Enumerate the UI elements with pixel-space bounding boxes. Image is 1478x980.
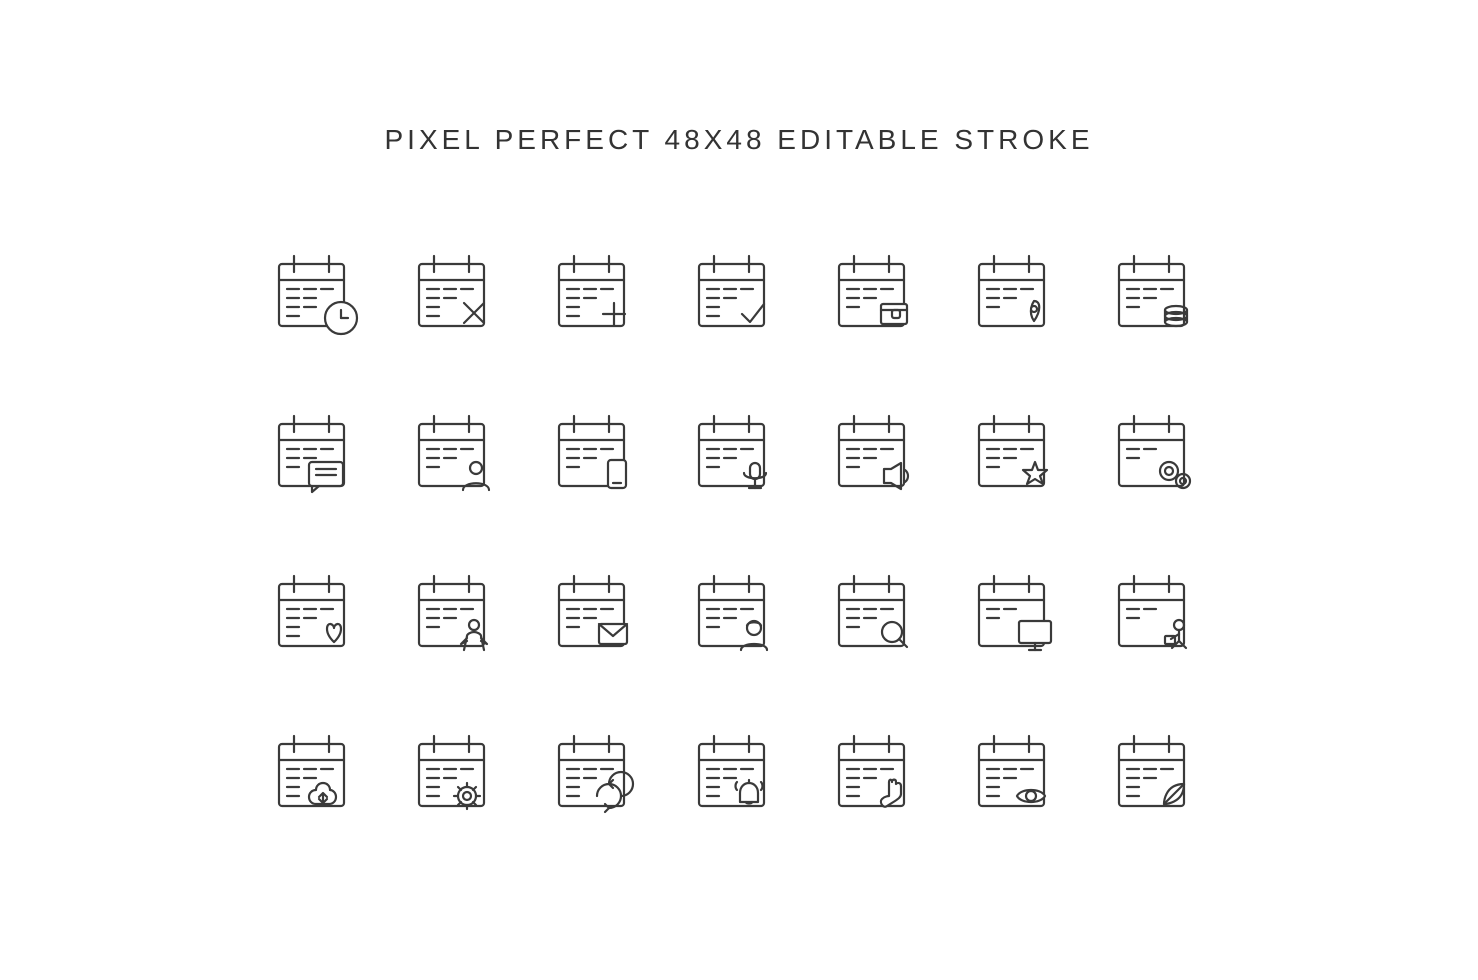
- icon-cell-calendar-plus: [529, 216, 669, 376]
- icon-cell-calendar-refresh: [529, 696, 669, 856]
- icon-cell-calendar-book: [389, 536, 529, 696]
- icon-cell-calendar-gear: [389, 696, 529, 856]
- icon-cell-calendar-cloud: [249, 696, 389, 856]
- icon-cell-calendar-speaker: [809, 376, 949, 536]
- icon-cell-calendar-x: [389, 216, 529, 376]
- icon-cell-calendar-monitor: [949, 536, 1089, 696]
- icon-cell-calendar-reading: [1089, 536, 1229, 696]
- icon-grid: [249, 216, 1229, 856]
- icon-cell-calendar-heart: [249, 536, 389, 696]
- icon-cell-calendar-check: [669, 216, 809, 376]
- icon-cell-calendar-email: [529, 536, 669, 696]
- icon-cell-calendar-clock: [249, 216, 389, 376]
- page-title: PIXEL PERFECT 48x48 EDITABLE STROKE: [384, 124, 1093, 156]
- icon-cell-calendar-phone: [529, 376, 669, 536]
- icon-cell-calendar-coins: [1089, 216, 1229, 376]
- icon-cell-calendar-touch: [809, 696, 949, 856]
- icon-cell-calendar-location: [949, 216, 1089, 376]
- icon-cell-calendar-user: [669, 536, 809, 696]
- icon-cell-calendar-eye: [949, 696, 1089, 856]
- icon-cell-calendar-message: [249, 376, 389, 536]
- icon-cell-calendar-settings: [1089, 376, 1229, 536]
- icon-cell-calendar-bell: [669, 696, 809, 856]
- icon-cell-calendar-star: [949, 376, 1089, 536]
- icon-cell-calendar-leaf: [1089, 696, 1229, 856]
- icon-cell-calendar-search: [809, 536, 949, 696]
- icon-cell-calendar-wallet: [809, 216, 949, 376]
- icon-cell-calendar-voice: [669, 376, 809, 536]
- icon-cell-calendar-person: [389, 376, 529, 536]
